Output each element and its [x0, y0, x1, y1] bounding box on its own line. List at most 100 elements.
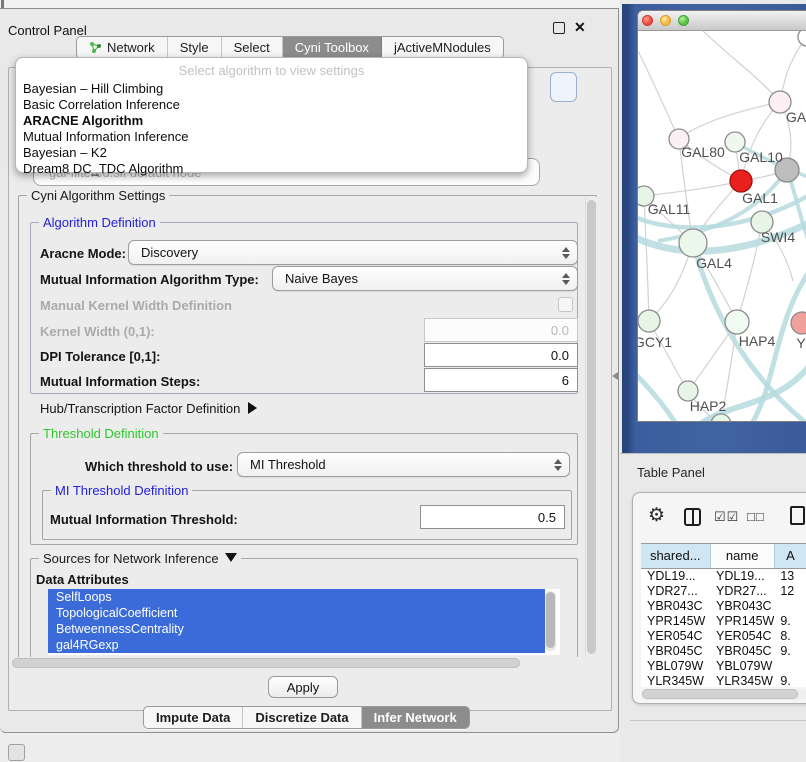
network-canvas[interactable]: GAL GAL80 GAL10 GAL1 GAL11 SWI4 GAL4 GCY…	[638, 31, 806, 422]
stepper-arrows-icon	[562, 247, 570, 259]
minimize-traffic-light-icon[interactable]	[660, 15, 671, 26]
aracne-mode-label: Aracne Mode:	[40, 246, 126, 261]
splitter-collapse-icon[interactable]	[612, 372, 618, 380]
group-title: Algorithm Definition	[39, 215, 160, 230]
svg-text:HAP4: HAP4	[739, 333, 776, 349]
svg-text:GAL10: GAL10	[739, 149, 783, 165]
scrollbar-thumb[interactable]	[12, 658, 520, 668]
deselect-all-rows-icon[interactable]: □□	[747, 509, 765, 524]
node-table: shared... name A YDL19...YDL19...13 YDR2…	[641, 543, 806, 687]
table-row[interactable]: YER054CYER054C8.	[641, 628, 806, 643]
table-header-row: shared... name A	[641, 544, 806, 568]
top-strip	[0, 0, 620, 8]
network-node-gal1-red[interactable]	[730, 170, 752, 192]
dropdown-item-highlighted[interactable]: ARACNE Algorithm	[23, 113, 143, 129]
dropdown-item[interactable]: Mutual Information Inference	[23, 129, 188, 145]
tab-label: Network	[107, 40, 155, 55]
network-node-gcy1[interactable]	[638, 310, 660, 332]
list-item-selected[interactable]: SelfLoops	[48, 589, 545, 605]
settings-horizontal-scrollbar[interactable]	[12, 657, 597, 670]
tab-jactivemnodules[interactable]: jActiveMNodules	[382, 37, 503, 58]
column-header[interactable]: shared...	[641, 544, 710, 568]
select-all-rows-icon[interactable]: ☑☑	[714, 509, 739, 525]
group-title: MI Threshold Definition	[51, 483, 192, 498]
tab-discretize-data[interactable]: Discretize Data	[243, 707, 361, 728]
tab-select[interactable]: Select	[222, 37, 283, 58]
hub-section-toggle[interactable]: Hub/Transcription Factor Definition	[40, 401, 257, 416]
tab-style[interactable]: Style	[168, 37, 222, 58]
list-item-selected[interactable]: TopologicalCoefficient	[48, 605, 545, 621]
list-item-selected[interactable]: gal4RGexp	[48, 637, 545, 653]
sources-toggle[interactable]: Sources for Network Inference	[39, 551, 241, 566]
svg-text:GAL11: GAL11	[648, 201, 691, 217]
stepper-arrows-icon	[554, 459, 562, 471]
network-node-gal4[interactable]	[679, 229, 707, 257]
kernel-width-label: Kernel Width (0,1):	[40, 324, 155, 339]
tab-infer-network[interactable]: Infer Network	[362, 707, 469, 728]
mi-steps-field[interactable]: 6	[424, 368, 578, 392]
manual-kernel-label: Manual Kernel Width Definition	[40, 298, 232, 313]
table-row[interactable]: YDL19...YDL19...13	[641, 568, 806, 583]
dropdown-item[interactable]: Bayesian – Hill Climbing	[23, 81, 163, 97]
network-edges-thick	[638, 142, 806, 422]
dpi-tolerance-field[interactable]: 0.0	[424, 343, 578, 367]
svg-text:GCY1: GCY1	[638, 334, 672, 350]
list-item-selected[interactable]: BetweennessCentrality	[48, 621, 545, 637]
dock-panel-icon[interactable]	[8, 744, 25, 761]
which-threshold-combo[interactable]: MI Threshold	[237, 452, 570, 477]
mi-threshold-field[interactable]: 0.5	[420, 505, 565, 529]
stepper-arrows-icon	[562, 273, 570, 285]
background-widget-fragment	[550, 72, 577, 102]
group-title: Cyni Algorithm Settings	[27, 188, 169, 203]
scrollbar-thumb[interactable]	[587, 200, 596, 654]
export-table-icon[interactable]	[790, 506, 805, 525]
close-icon[interactable]: ✕	[574, 19, 586, 36]
table-row[interactable]: YBR043CYBR043C	[641, 598, 806, 613]
tab-network[interactable]: Network	[77, 37, 168, 58]
table-row[interactable]: YBL079WYBL079W	[641, 658, 806, 673]
table-row[interactable]: YBR045CYBR045C9.	[641, 643, 806, 658]
network-node-salmon[interactable]	[791, 312, 806, 334]
column-header[interactable]: A	[774, 544, 806, 568]
table-horizontal-scrollbar[interactable]	[641, 689, 806, 700]
svg-text:GAL80: GAL80	[681, 144, 725, 160]
column-header[interactable]: name	[710, 544, 774, 568]
svg-text:HAP2: HAP2	[690, 398, 727, 414]
settings-vertical-scrollbar[interactable]	[585, 197, 597, 659]
svg-text:SWI4: SWI4	[761, 229, 795, 245]
dropdown-item[interactable]: Bayesian – K2	[23, 145, 107, 161]
tab-cyni-toolbox[interactable]: Cyni Toolbox	[283, 37, 382, 58]
table-panel-title: Table Panel	[637, 465, 705, 480]
mi-steps-label: Mutual Information Steps:	[40, 374, 200, 389]
data-attributes-label: Data Attributes	[36, 572, 129, 587]
table-row[interactable]: YPR145WYPR145W9.	[641, 613, 806, 628]
table-row[interactable]: YDR27...YDR27...12	[641, 583, 806, 598]
table-panel-window: ⚙ ☑☑ □□ shared... name A YDL19...YDL19..…	[632, 492, 806, 704]
aracne-mode-combo[interactable]: Discovery	[128, 240, 578, 265]
apply-button[interactable]: Apply	[268, 676, 338, 698]
network-node-cut[interactable]	[798, 31, 806, 46]
gear-icon[interactable]: ⚙	[648, 506, 665, 525]
network-icon	[89, 41, 102, 54]
network-window-titlebar[interactable]	[638, 11, 806, 31]
zoom-traffic-light-icon[interactable]	[678, 15, 689, 26]
table-row[interactable]: YLR345WYLR345W9.	[641, 673, 806, 687]
screen: Control Panel ✕ Network Style Select Cyn…	[0, 0, 806, 762]
dropdown-item[interactable]: Basic Correlation Inference	[23, 97, 180, 113]
columns-icon[interactable]	[684, 508, 701, 526]
network-view-window[interactable]: GAL GAL80 GAL10 GAL1 GAL11 SWI4 GAL4 GCY…	[637, 10, 806, 422]
mi-type-combo[interactable]: Naive Bayes	[272, 266, 578, 291]
dropdown-item[interactable]: Dream8 DC_TDC Algorithm	[23, 161, 183, 177]
list-scrollbar[interactable]	[545, 591, 556, 651]
scrollbar-thumb[interactable]	[546, 592, 555, 648]
tab-impute-data[interactable]: Impute Data	[144, 707, 243, 728]
data-attributes-list: SelfLoops TopologicalCoefficient Between…	[48, 589, 560, 655]
network-node-hap4[interactable]	[725, 310, 749, 334]
scrollbar-thumb[interactable]	[642, 689, 798, 699]
network-node-labels: GAL GAL80 GAL10 GAL1 GAL11 SWI4 GAL4 GCY…	[638, 109, 806, 414]
float-window-icon[interactable]	[553, 22, 565, 34]
dropdown-placeholder: Select algorithm to view settings	[16, 63, 527, 78]
manual-kernel-checkbox[interactable]	[558, 297, 573, 312]
close-traffic-light-icon[interactable]	[642, 15, 653, 26]
which-threshold-label: Which threshold to use:	[85, 459, 233, 474]
